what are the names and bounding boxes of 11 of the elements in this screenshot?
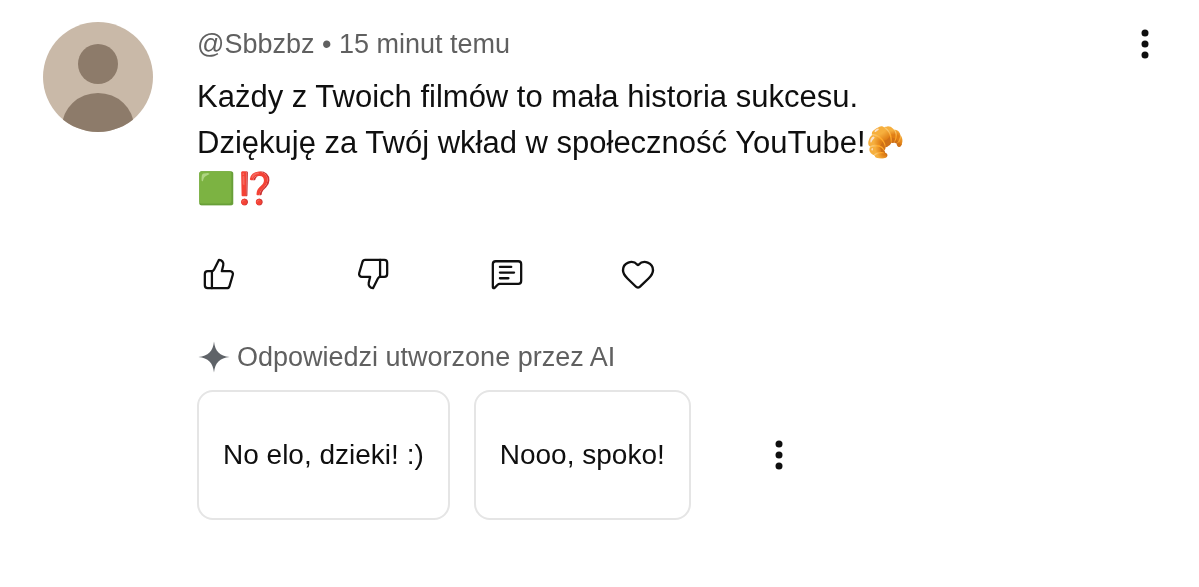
suggested-reply[interactable]: No elo, dzieki! :) — [197, 390, 450, 520]
comment-text: Dziękuję za Twój wkład w społeczność YouTube!🥐 — [197, 124, 906, 162]
comment-text: 🟩⁉ — [197, 170, 276, 208]
more-vertical-icon — [1141, 29, 1149, 59]
comment-text: Każdy z Twoich filmów to mała historia sukcesu. — [197, 78, 860, 116]
ai-replies-label: Odpowiedzi utworzone przez AI — [237, 341, 616, 373]
more-vertical-icon — [774, 440, 783, 470]
comment-meta: @Sbbzbz • 15 minut temu — [197, 28, 511, 60]
more-options-button[interactable] — [1141, 29, 1149, 59]
suggested-reply[interactable]: Nooo, spoko! — [473, 390, 691, 520]
more-options-button[interactable] — [774, 440, 783, 470]
